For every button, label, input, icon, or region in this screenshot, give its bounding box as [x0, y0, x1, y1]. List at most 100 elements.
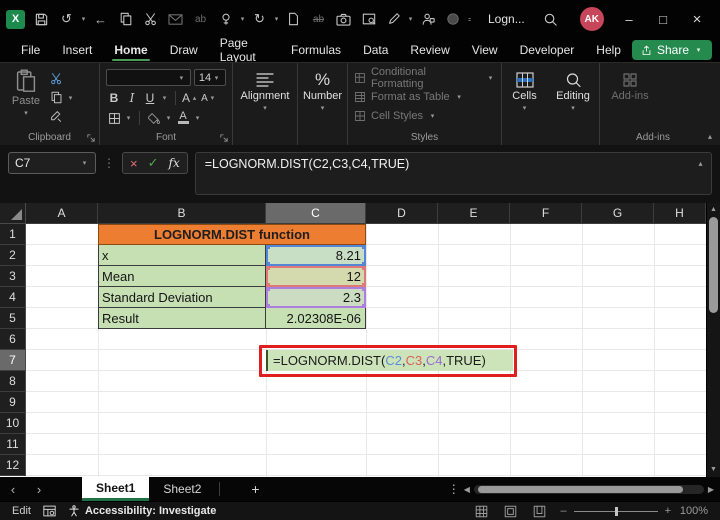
cut-icon[interactable] [138, 6, 163, 32]
cells-button[interactable]: Cells ▾ [508, 69, 541, 112]
search-icon[interactable] [543, 12, 558, 27]
normal-view-icon[interactable] [475, 505, 488, 518]
row-header-10[interactable]: 10 [0, 413, 26, 434]
column-header-g[interactable]: G [582, 203, 654, 224]
undo-button[interactable]: ↺ [54, 6, 79, 32]
new-file-icon[interactable] [281, 6, 306, 32]
touch-mode-icon[interactable] [213, 6, 238, 32]
column-header-c[interactable]: C [266, 203, 366, 224]
tab-help[interactable]: Help [585, 38, 632, 62]
vertical-scrollbar[interactable]: ▲ ▼ [706, 203, 720, 477]
cut-button[interactable] [50, 71, 75, 86]
share-button[interactable]: Share ▾ [632, 40, 712, 60]
fill-color-button[interactable] [146, 110, 162, 126]
row-header-2[interactable]: 2 [0, 245, 26, 266]
sheet-options-icon[interactable]: ⋮ [444, 482, 464, 496]
cell-b3[interactable]: Mean [98, 266, 266, 287]
cell-b4[interactable]: Standard Deviation [98, 287, 266, 308]
cell-c4[interactable]: 2.3 [266, 287, 366, 308]
horizontal-scroll-track[interactable] [474, 485, 704, 494]
row-header-7[interactable]: 7 [0, 350, 26, 371]
maximize-button[interactable]: □ [646, 4, 680, 34]
paste-button[interactable]: Paste ▾ [6, 69, 46, 130]
scroll-right-icon[interactable]: ▶ [708, 485, 714, 494]
column-header-h[interactable]: H [654, 203, 706, 224]
underline-chevron-icon[interactable]: ▾ [160, 94, 169, 102]
row-header-3[interactable]: 3 [0, 266, 26, 287]
column-header-f[interactable]: F [510, 203, 582, 224]
copy-icon[interactable] [113, 6, 138, 32]
expand-formula-bar-icon[interactable]: ▴ [696, 159, 705, 168]
tab-data[interactable]: Data [352, 38, 399, 62]
touch-mode-chevron-icon[interactable]: ▾ [238, 15, 247, 23]
person-lock-icon[interactable] [415, 6, 440, 32]
accessibility-status[interactable]: Accessibility: Investigate [68, 505, 216, 517]
zoom-level[interactable]: 100% [678, 505, 708, 517]
column-header-e[interactable]: E [438, 203, 510, 224]
row-header-5[interactable]: 5 [0, 308, 26, 329]
font-color-button[interactable]: A [175, 110, 191, 126]
formula-input[interactable]: =LOGNORM.DIST(C2,C3,C4,TRUE) ▴ [195, 152, 712, 195]
conditional-formatting-button[interactable]: Conditional Formatting ▾ [354, 68, 495, 87]
tab-file[interactable]: File [10, 38, 51, 62]
bold-button[interactable]: B [106, 90, 122, 106]
shrink-font-button[interactable]: A▾ [201, 90, 217, 106]
paste-chevron-icon[interactable]: ▾ [22, 109, 31, 117]
draw-pen-chevron-icon[interactable]: ▾ [406, 15, 415, 23]
draw-pen-icon[interactable] [381, 6, 406, 32]
row-header-6[interactable]: 6 [0, 329, 26, 350]
zoom-slider-thumb[interactable] [615, 507, 618, 516]
cell-c3[interactable]: 12 [266, 266, 366, 287]
sheet-tab-sheet1[interactable]: Sheet1 [82, 477, 149, 501]
copy-chevron-icon[interactable]: ▾ [66, 94, 75, 102]
tab-home[interactable]: Home [103, 38, 158, 62]
back-icon[interactable]: ← [88, 6, 113, 32]
editing-button[interactable]: Editing ▾ [553, 69, 593, 112]
page-break-preview-icon[interactable] [533, 505, 546, 518]
cell-b2[interactable]: x [98, 245, 266, 266]
tab-insert[interactable]: Insert [51, 38, 103, 62]
copy-button[interactable]: ▾ [50, 90, 75, 105]
close-button[interactable]: × [680, 4, 714, 34]
column-header-b[interactable]: B [98, 203, 266, 224]
tab-review[interactable]: Review [399, 38, 460, 62]
italic-button[interactable]: I [124, 90, 140, 106]
account-avatar[interactable]: AK [580, 7, 604, 31]
save-icon[interactable] [29, 6, 54, 32]
clipboard-dialog-launcher-icon[interactable] [87, 134, 95, 142]
cell-c5[interactable]: 2.02308E-06 [266, 308, 366, 329]
previous-sheet-icon[interactable]: ‹ [0, 482, 26, 497]
page-layout-view-icon[interactable] [504, 505, 517, 518]
font-dialog-launcher-icon[interactable] [220, 134, 228, 142]
macro-recording-icon[interactable] [43, 505, 56, 517]
tab-developer[interactable]: Developer [509, 38, 586, 62]
new-sheet-button[interactable]: + [240, 481, 270, 497]
format-painter-button[interactable] [50, 109, 75, 124]
undo-chevron-icon[interactable]: ▾ [79, 15, 88, 23]
zoom-in-button[interactable]: + [665, 505, 671, 517]
tab-page-layout[interactable]: Page Layout [209, 38, 280, 62]
row-header-11[interactable]: 11 [0, 434, 26, 455]
font-name-combo[interactable]: ▾ [106, 69, 191, 86]
minimize-button[interactable]: – [612, 4, 646, 34]
select-all-button[interactable] [0, 203, 26, 224]
row-header-1[interactable]: 1 [0, 224, 26, 245]
row-header-4[interactable]: 4 [0, 287, 26, 308]
document-preview-icon[interactable] [356, 6, 381, 32]
zoom-slider[interactable] [574, 511, 658, 512]
alignment-button[interactable]: Alignment ▾ [239, 69, 291, 112]
redo-chevron-icon[interactable]: ▾ [272, 15, 281, 23]
cell-styles-button[interactable]: Cell Styles ▾ [354, 106, 495, 125]
formula-bar-handle[interactable]: ⋮ [103, 152, 115, 174]
cell-b1-title[interactable]: LOGNORM.DIST function [98, 224, 366, 245]
enter-icon[interactable]: ✓ [148, 155, 159, 171]
cell-b5[interactable]: Result [98, 308, 266, 329]
redo-button[interactable]: ↻ [247, 6, 272, 32]
column-header-a[interactable]: A [26, 203, 98, 224]
find-replace-icon[interactable]: ab [188, 6, 213, 32]
tab-view[interactable]: View [461, 38, 509, 62]
sheet-tab-sheet2[interactable]: Sheet2 [149, 477, 215, 501]
scroll-up-icon[interactable]: ▲ [710, 203, 717, 215]
grow-font-button[interactable]: A▴ [182, 90, 199, 106]
horizontal-scrollbar[interactable]: ◀ ▶ [464, 485, 714, 494]
